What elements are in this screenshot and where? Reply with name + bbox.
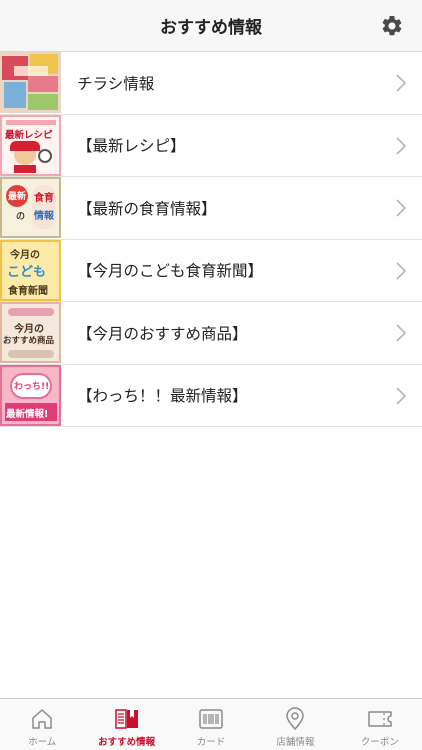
tab-card[interactable]: カード — [169, 699, 253, 750]
tab-recommended[interactable]: おすすめ情報 — [84, 699, 168, 750]
tab-label: クーポン — [360, 737, 399, 748]
tab-label: おすすめ情報 — [98, 737, 156, 748]
thumbnail-caption: わっち!! — [14, 381, 50, 392]
header-bar: おすすめ情報 — [0, 0, 422, 52]
list-item-label: 【今月のこども食育新聞】 — [77, 262, 264, 281]
food-education-thumbnail: 最新 の 食育 情報 — [0, 177, 61, 239]
list-item-kids-newspaper[interactable]: 今月の こども 食育新聞 【今月のこども食育新聞】 — [0, 239, 422, 302]
thumbnail-caption: 最新レシピ — [5, 129, 53, 141]
thumbnail-caption: 食育新聞 — [8, 285, 48, 297]
thumbnail-caption: 今月の — [14, 324, 44, 336]
list-item-recipe[interactable]: 最新レシピ 【最新レシピ】 — [0, 114, 422, 177]
tab-home[interactable]: ホーム — [0, 699, 84, 750]
recommended-products-thumbnail: 今月の おすすめ商品 — [0, 302, 61, 364]
thumbnail-caption: 今月の — [10, 249, 40, 261]
flyer-collage-thumbnail — [0, 52, 61, 114]
tab-coupon[interactable]: クーポン — [338, 699, 422, 750]
list-item-label: 【最新の食育情報】 — [77, 199, 217, 218]
thumbnail-caption: 情報 — [34, 211, 54, 223]
book-icon — [114, 709, 138, 729]
chevron-right-icon — [396, 386, 406, 405]
chevron-right-icon — [396, 261, 406, 280]
chevron-right-icon — [396, 324, 406, 342]
home-icon — [32, 709, 52, 729]
bottom-tab-bar: ホーム おすすめ情報 カード 店舗情報 クーポン — [0, 698, 422, 750]
list-item-wacchi-news[interactable]: わっち!! 最新情報! 【わっち！！最新情報】 — [0, 364, 422, 427]
list-item-recommended-products[interactable]: 今月の おすすめ商品 【今月のおすすめ商品】 — [0, 302, 422, 365]
kids-newspaper-thumbnail: 今月の こども 食育新聞 — [0, 239, 61, 301]
chevron-right-icon — [396, 74, 406, 92]
tab-label: ホーム — [28, 737, 57, 748]
chevron-right-icon — [396, 136, 406, 155]
list-item-flyer[interactable]: チラシ情報 — [0, 52, 422, 115]
wacchi-news-thumbnail: わっち!! 最新情報! — [0, 364, 61, 426]
list-item-label: チラシ情報 — [77, 74, 155, 93]
thumbnail-caption: こども — [7, 264, 47, 280]
list-item-label: 【わっち！！最新情報】 — [77, 387, 248, 406]
thumbnail-caption: おすすめ商品 — [3, 336, 55, 347]
coupon-icon — [368, 711, 392, 727]
latest-recipe-thumbnail: 最新レシピ — [0, 114, 61, 176]
recommendation-list: チラシ情報 最新レシピ 【最新レシピ】 最新 の 食育 情報 【最新の食育情報】 — [0, 52, 422, 427]
thumbnail-caption: の — [16, 212, 26, 223]
tab-label: 店舗情報 — [276, 737, 315, 748]
chevron-right-icon — [396, 199, 406, 217]
barcode-icon — [199, 709, 223, 729]
page-title: おすすめ情報 — [160, 18, 262, 38]
tab-store-info[interactable]: 店舗情報 — [253, 699, 337, 750]
list-item-label: 【今月のおすすめ商品】 — [77, 324, 248, 343]
list-item-label: 【最新レシピ】 — [77, 137, 186, 156]
thumbnail-caption: 最新 — [8, 192, 27, 203]
location-pin-icon — [286, 707, 305, 731]
tab-label: カード — [196, 737, 226, 748]
thumbnail-caption: 最新情報! — [6, 408, 49, 420]
thumbnail-caption: 食育 — [34, 193, 54, 205]
list-item-food-education[interactable]: 最新 の 食育 情報 【最新の食育情報】 — [0, 177, 422, 240]
gear-icon[interactable] — [380, 14, 404, 38]
